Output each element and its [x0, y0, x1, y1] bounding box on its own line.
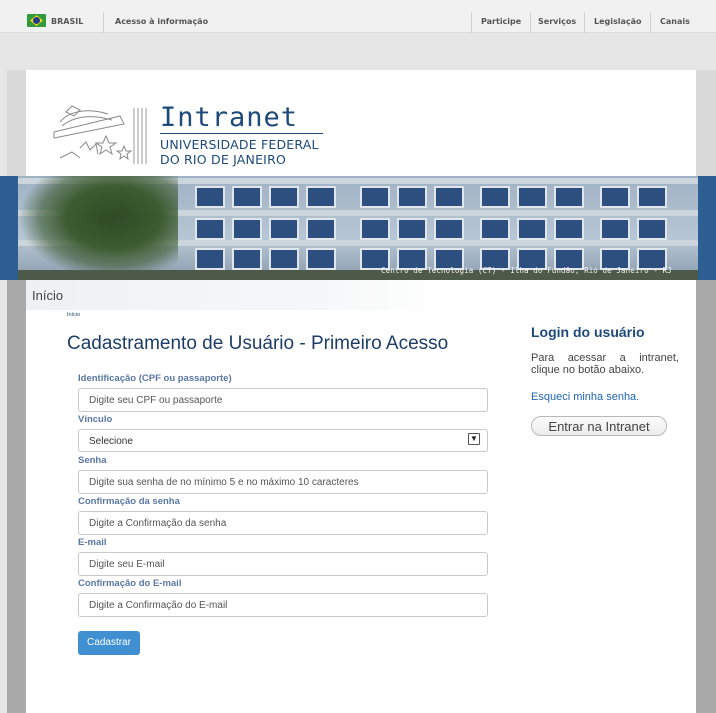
intranet-title: Intranet [160, 102, 299, 133]
form-title: Cadastramento de Usuário - Primeiro Aces… [67, 333, 449, 354]
confirmacao-senha-label: Confirmação da senha [78, 496, 180, 507]
legislacao-link[interactable]: Legislação [594, 17, 642, 26]
cadastrar-button[interactable]: Cadastrar [78, 631, 140, 655]
login-title: Login do usuário [531, 324, 645, 340]
banner-caption: Centro de Tecnologia (CT) - Ilha do Fund… [381, 266, 672, 275]
university-name-line1: UNIVERSIDADE FEDERAL [160, 137, 319, 152]
vinculo-select[interactable]: Selecione [78, 429, 488, 452]
servicos-link[interactable]: Serviços [538, 17, 576, 26]
divider [530, 12, 531, 33]
divider [103, 12, 104, 33]
page-heading: Início [32, 288, 64, 303]
ufrj-logo-icon[interactable] [50, 102, 154, 166]
breadcrumb-link[interactable]: Início [67, 312, 80, 318]
gov-bar: BRASIL Acesso à informação Participe Ser… [0, 0, 716, 33]
senha-label: Senha [78, 455, 107, 466]
campus-banner [0, 176, 716, 280]
divider [471, 12, 472, 33]
gov-brasil-link[interactable]: BRASIL [51, 17, 83, 26]
login-description: Para acessar a intranet, clique no botão… [531, 352, 679, 376]
divider [650, 12, 651, 33]
side-panel-left-lower [7, 280, 26, 713]
cpf-input[interactable]: Digite seu CPF ou passaporte [78, 388, 488, 412]
email-input[interactable]: Digite seu E-mail [78, 552, 488, 576]
side-panel-right-lower [696, 280, 716, 713]
brazil-flag-icon[interactable] [27, 14, 46, 27]
title-rule [160, 133, 323, 134]
senha-input[interactable]: Digite sua senha de no mínimo 5 e no máx… [78, 470, 488, 494]
breadcrumb-bar [26, 280, 446, 310]
email-label: E-mail [78, 537, 107, 548]
acesso-informacao-link[interactable]: Acesso à informação [115, 17, 208, 26]
chevron-down-icon[interactable]: ▼ [468, 433, 480, 445]
confirmacao-email-input[interactable]: Digite a Confirmação do E-mail [78, 593, 488, 617]
participe-link[interactable]: Participe [481, 17, 521, 26]
cpf-label: Identificação (CPF ou passaporte) [78, 373, 232, 384]
university-name-line2: DO RIO DE JANEIRO [160, 152, 286, 167]
canais-link[interactable]: Canais [660, 17, 690, 26]
divider [584, 12, 585, 33]
entrar-intranet-button[interactable]: Entrar na Intranet [531, 416, 667, 436]
confirmacao-email-label: Confirmação do E-mail [78, 578, 182, 589]
vinculo-label: Vínculo [78, 414, 113, 425]
forgot-password-link[interactable]: Esqueci minha senha. [531, 391, 639, 403]
confirmacao-senha-input[interactable]: Digite a Confirmação da senha [78, 511, 488, 535]
